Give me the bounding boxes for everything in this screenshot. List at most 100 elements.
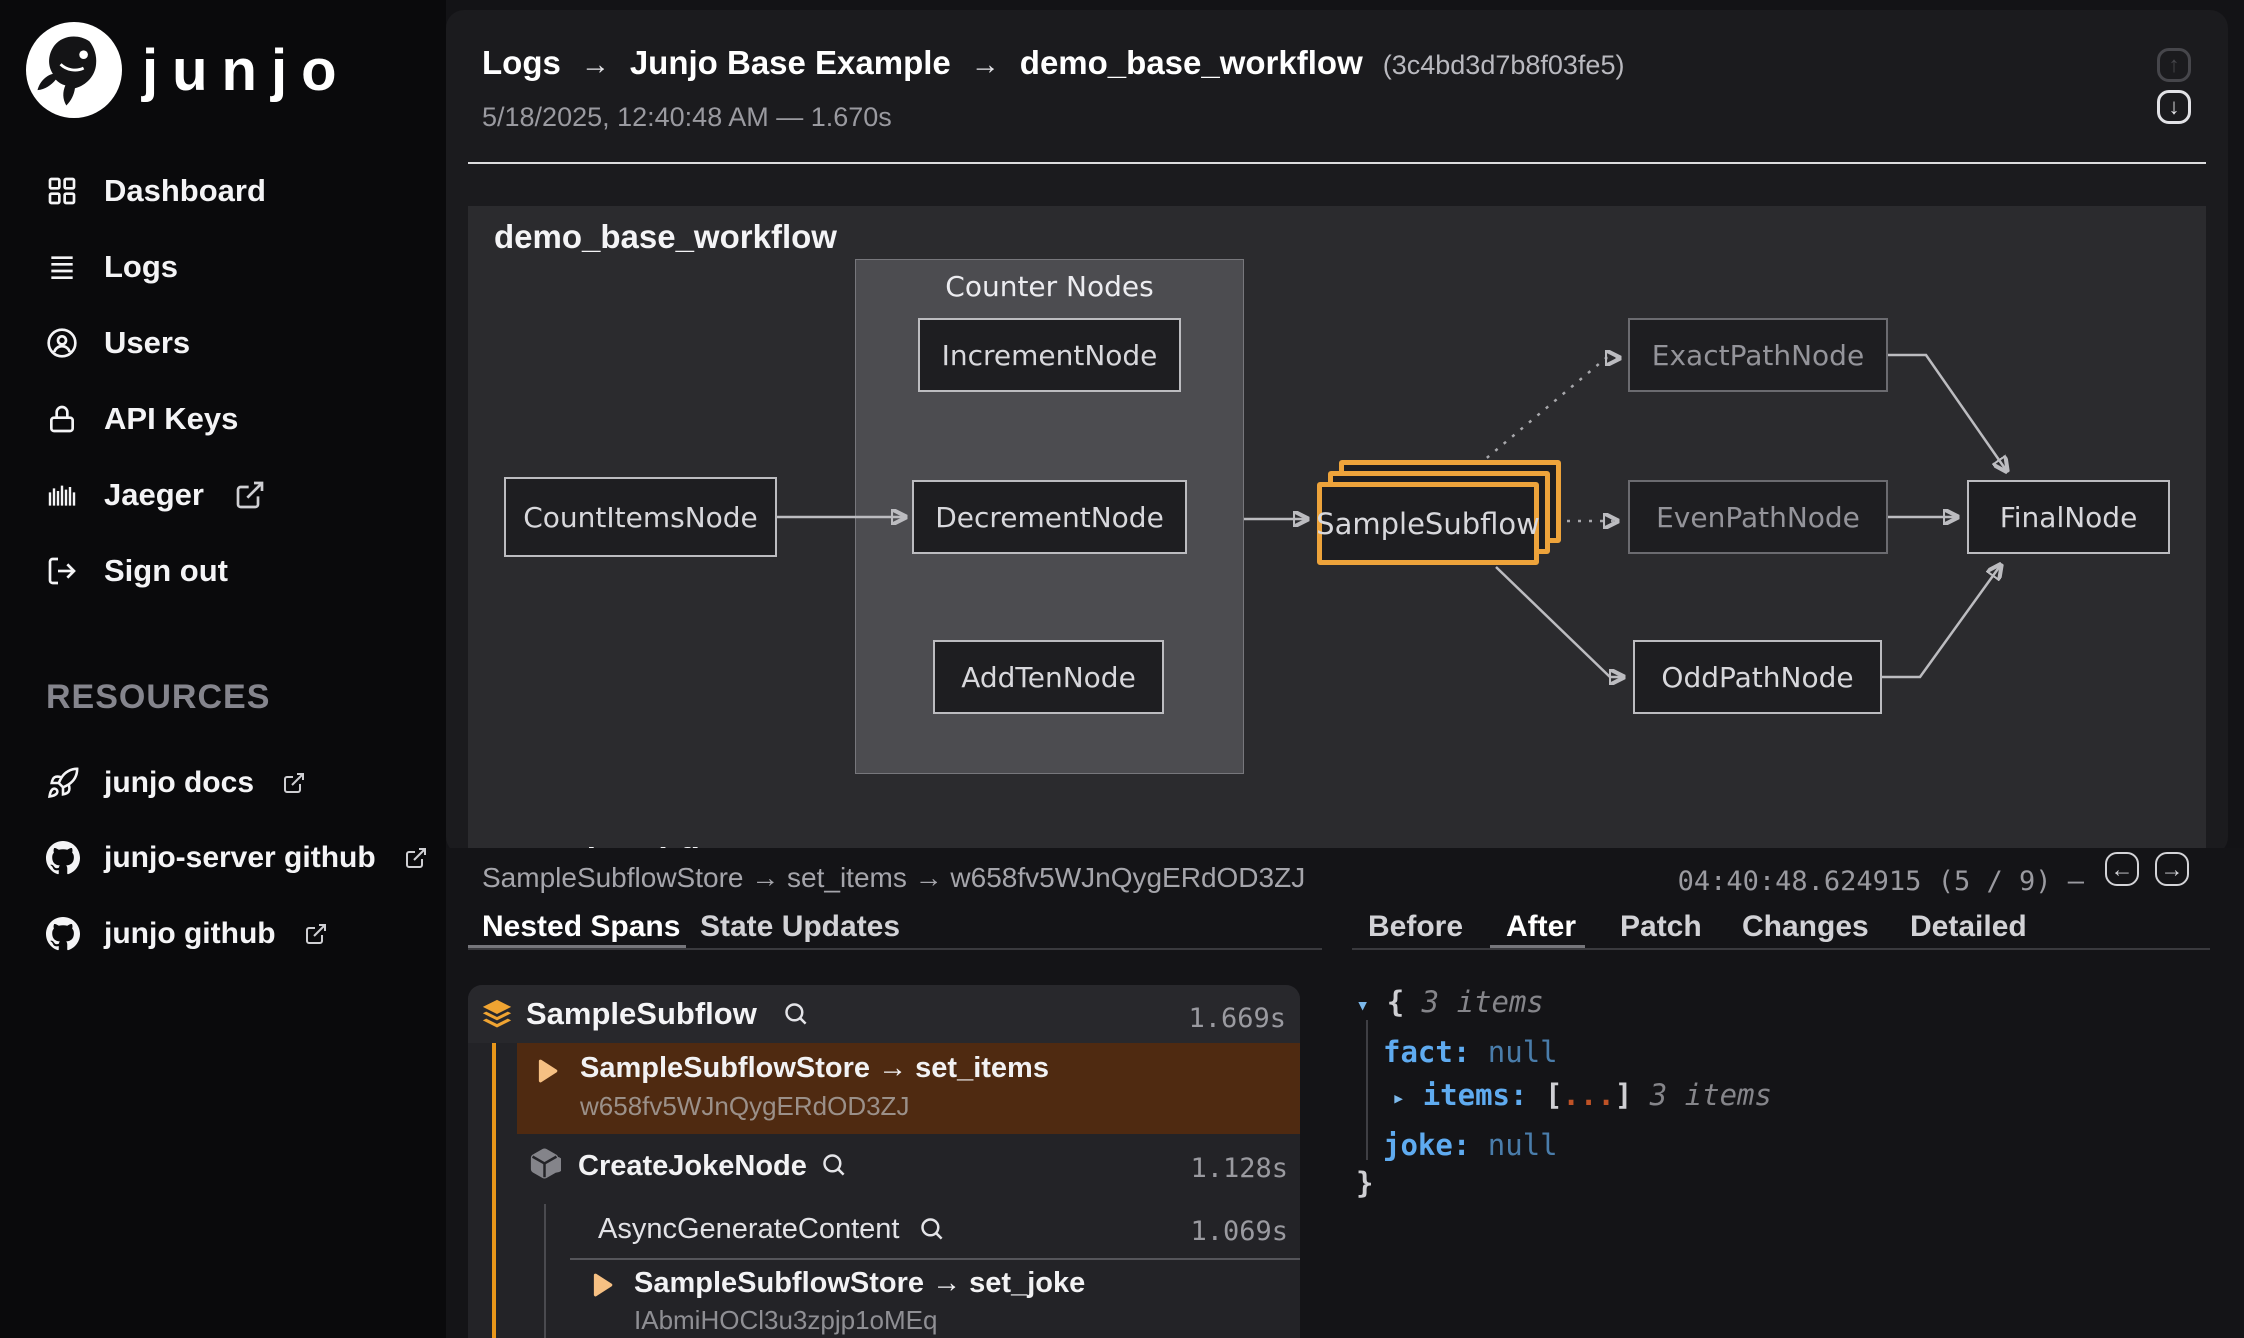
span-row-duration: 1.128s xyxy=(1190,1153,1288,1184)
node-label: ExactPathNode xyxy=(1652,339,1864,372)
scroll-up-button[interactable]: ↑ xyxy=(2157,48,2191,82)
json-bracket-close: ] xyxy=(1615,1078,1632,1112)
tab-changes[interactable]: Changes xyxy=(1742,910,1869,944)
json-root-row[interactable]: ▾ { 3 items xyxy=(1356,985,1544,1019)
node-label: CountItemsNode xyxy=(523,501,758,534)
sidebar-item-label: API Keys xyxy=(104,401,238,437)
tab-before[interactable]: Before xyxy=(1368,910,1463,944)
rocket-icon xyxy=(46,766,80,800)
node-count-items[interactable]: CountItemsNode xyxy=(504,477,777,557)
sidebar-link-label: junjo docs xyxy=(104,766,254,800)
next-span-button[interactable]: → xyxy=(2155,852,2189,886)
sidebar-item-label: Jaeger xyxy=(104,477,204,513)
execution-id: (3c4bd3d7b8f03fe5) xyxy=(1383,50,1625,81)
span-detail-section: SampleSubflowStore → set_items → w658fv5… xyxy=(446,848,2244,1338)
workflow-diagram[interactable]: demo_base_workflow Counter Nodes CountIt… xyxy=(468,206,2206,855)
breadcrumb-workflow-link[interactable]: Junjo Base Example xyxy=(630,44,951,82)
node-sample-subflow[interactable]: SampleSubflow xyxy=(1317,482,1539,565)
json-joke-row: joke: null xyxy=(1383,1128,1558,1162)
sign-out-icon xyxy=(46,555,78,587)
app-logo[interactable]: junjo xyxy=(26,22,351,118)
tab-nested-spans[interactable]: Nested Spans xyxy=(482,910,680,944)
user-circle-icon xyxy=(46,327,78,359)
search-icon[interactable] xyxy=(820,1151,847,1178)
search-icon[interactable] xyxy=(782,1000,809,1027)
breadcrumb-logs-link[interactable]: Logs xyxy=(482,44,561,82)
arrow-left-icon: ← xyxy=(2111,856,2134,883)
header-divider xyxy=(468,162,2206,164)
tab-detailed[interactable]: Detailed xyxy=(1910,910,2027,944)
sidebar: junjo Dashboard Logs Users API Keys Jaeg… xyxy=(0,0,446,1338)
breadcrumb: Logs → Junjo Base Example → demo_base_wo… xyxy=(482,44,1624,82)
span-row-id: IAbmiHOCl3u3zpjp1oMEq xyxy=(634,1305,937,1336)
node-final[interactable]: FinalNode xyxy=(1967,480,2170,554)
sidebar-item-jaeger[interactable]: Jaeger xyxy=(46,474,266,516)
node-decrement[interactable]: DecrementNode xyxy=(912,480,1187,554)
node-label: FinalNode xyxy=(2000,501,2138,534)
node-label: IncrementNode xyxy=(942,339,1158,372)
sidebar-link-junjo-github[interactable]: junjo github xyxy=(46,912,328,956)
sidebar-item-label: Sign out xyxy=(104,553,228,589)
scroll-down-button[interactable]: ↓ xyxy=(2157,90,2191,124)
json-value-fact: null xyxy=(1488,1035,1558,1069)
sidebar-item-dashboard[interactable]: Dashboard xyxy=(46,170,266,212)
arrow-right-icon: → xyxy=(2161,856,2184,883)
selected-span-path: SampleSubflowStore → set_items → w658fv5… xyxy=(482,862,1305,894)
sidebar-item-label: Logs xyxy=(104,249,178,285)
app-logo-text: junjo xyxy=(142,37,351,104)
root-span-title: SampleSubflow xyxy=(526,996,757,1032)
json-open-brace: { xyxy=(1387,985,1404,1019)
json-items-row[interactable]: ▸ items: [...] 3 items xyxy=(1392,1078,1772,1112)
github-icon xyxy=(46,841,80,875)
sidebar-link-junjo-docs[interactable]: junjo docs xyxy=(46,761,306,805)
tab-patch[interactable]: Patch xyxy=(1620,910,1702,944)
node-cube-icon xyxy=(528,1147,561,1180)
github-icon xyxy=(46,917,80,951)
json-key-fact: fact: xyxy=(1383,1035,1470,1069)
lock-icon xyxy=(46,403,78,435)
json-value-joke: null xyxy=(1488,1128,1558,1162)
resources-section-title: RESOURCES xyxy=(46,678,270,717)
expand-triangle-icon[interactable]: ▸ xyxy=(1392,1086,1405,1111)
node-increment[interactable]: IncrementNode xyxy=(918,318,1181,392)
execution-timestamp: 5/18/2025, 12:40:48 AM — 1.670s xyxy=(482,102,892,133)
span-row-title: CreateJokeNode xyxy=(578,1150,807,1183)
breadcrumb-current: demo_base_workflow xyxy=(1020,44,1363,82)
span-row-set-items-selected[interactable]: SampleSubflowStore → set_items w658fv5WJ… xyxy=(517,1043,1300,1134)
span-row-duration: 1.069s xyxy=(1190,1216,1288,1247)
sidebar-link-junjo-server-github[interactable]: junjo-server github xyxy=(46,836,428,880)
arrow-down-icon: ↓ xyxy=(2169,94,2180,120)
sidebar-link-label: junjo github xyxy=(104,917,276,951)
tabs-divider xyxy=(468,948,1322,950)
tab-state-updates[interactable]: State Updates xyxy=(700,910,900,944)
node-odd-path[interactable]: OddPathNode xyxy=(1633,640,1882,714)
sidebar-item-users[interactable]: Users xyxy=(46,322,190,364)
app-root: { "sidebar": { "logo_text": "junjo", "na… xyxy=(0,0,2244,1338)
json-key-items: items: xyxy=(1423,1078,1528,1112)
json-fact-row: fact: null xyxy=(1383,1035,1558,1069)
node-label: EvenPathNode xyxy=(1656,501,1860,534)
search-icon[interactable] xyxy=(918,1215,945,1242)
layers-icon xyxy=(480,997,514,1031)
sidebar-item-logs[interactable]: Logs xyxy=(46,246,178,288)
external-link-icon xyxy=(234,479,266,511)
sidebar-item-sign-out[interactable]: Sign out xyxy=(46,550,228,592)
breadcrumb-arrow-icon: → xyxy=(971,49,1000,82)
logs-lines-icon xyxy=(46,251,78,283)
node-label: AddTenNode xyxy=(961,661,1136,694)
node-even-path[interactable]: EvenPathNode xyxy=(1628,480,1888,554)
workflow-card: Logs → Junjo Base Example → demo_base_wo… xyxy=(446,10,2228,855)
dashboard-grid-icon xyxy=(46,175,78,207)
node-add-ten[interactable]: AddTenNode xyxy=(933,640,1164,714)
tab-after[interactable]: After xyxy=(1506,910,1576,944)
node-exact-path[interactable]: ExactPathNode xyxy=(1628,318,1888,392)
span-row-title: AsyncGenerateContent xyxy=(598,1213,899,1246)
collapse-triangle-icon[interactable]: ▾ xyxy=(1356,993,1369,1018)
json-items-meta: 3 items xyxy=(1650,1078,1772,1112)
sidebar-item-api-keys[interactable]: API Keys xyxy=(46,398,238,440)
tabs-divider xyxy=(1352,948,2210,950)
row-divider xyxy=(570,1258,1300,1260)
prev-span-button[interactable]: ← xyxy=(2105,852,2139,886)
root-span-duration: 1.669s xyxy=(1188,1003,1286,1034)
json-collapsed-ellipsis[interactable]: ... xyxy=(1562,1078,1614,1112)
